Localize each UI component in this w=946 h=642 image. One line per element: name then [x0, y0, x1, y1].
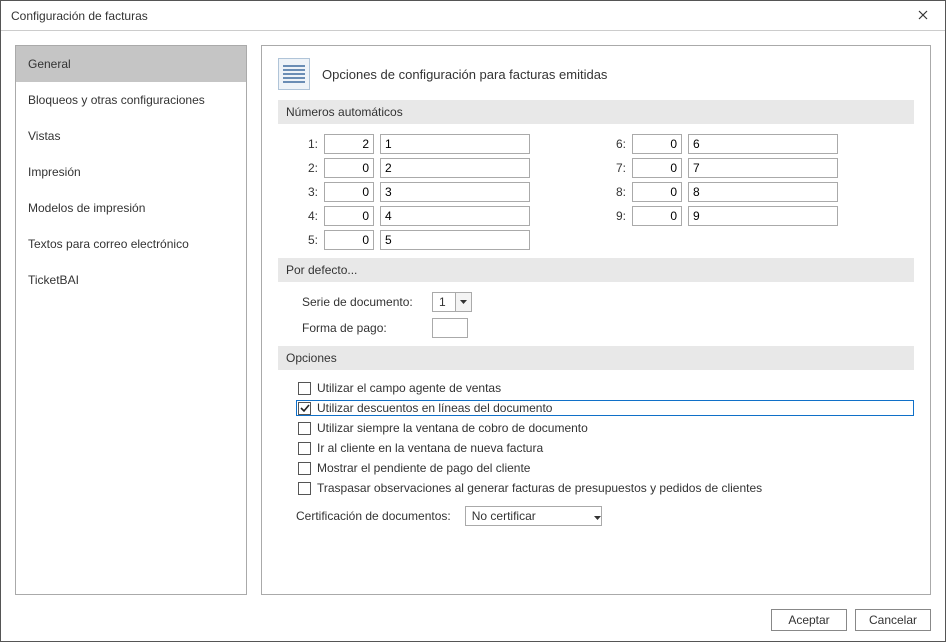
window-title: Configuración de facturas — [11, 9, 901, 23]
close-button[interactable] — [901, 1, 945, 31]
option-label: Traspasar observaciones al generar factu… — [317, 481, 762, 495]
serie-label: Serie de documento: — [302, 295, 422, 309]
sidebar-item-3[interactable]: Impresión — [16, 154, 246, 190]
num-series-input[interactable] — [688, 134, 838, 154]
num-label: 1: — [302, 137, 318, 151]
main-panel: Opciones de configuración para facturas … — [261, 45, 931, 595]
num-label: 5: — [302, 233, 318, 247]
num-counter-input[interactable] — [632, 158, 682, 178]
num-series-input[interactable] — [380, 134, 530, 154]
sidebar: GeneralBloqueos y otras configuracionesV… — [15, 45, 247, 595]
num-series-input[interactable] — [688, 158, 838, 178]
option-label: Ir al cliente en la ventana de nueva fac… — [317, 441, 543, 455]
serie-value: 1 — [433, 295, 455, 309]
num-series-input[interactable] — [380, 230, 530, 250]
num-series-input[interactable] — [380, 206, 530, 226]
content-area: GeneralBloqueos y otras configuracionesV… — [1, 31, 945, 599]
cancel-button[interactable]: Cancelar — [855, 609, 931, 631]
num-label: 6: — [610, 137, 626, 151]
chevron-down-icon[interactable] — [594, 509, 601, 523]
cert-label: Certificación de documentos: — [296, 509, 451, 523]
option-row-0[interactable]: Utilizar el campo agente de ventas — [296, 380, 914, 396]
footer: Aceptar Cancelar — [1, 599, 945, 641]
auto-numbers-grid: 1: 2: 3: 4: 5: 6: 7: 8: 9: — [278, 134, 914, 250]
num-row-7: 7: — [610, 158, 838, 178]
document-icon — [278, 58, 310, 90]
option-row-4[interactable]: Mostrar el pendiente de pago del cliente — [296, 460, 914, 476]
num-counter-input[interactable] — [324, 230, 374, 250]
sidebar-item-0[interactable]: General — [16, 46, 246, 82]
num-series-input[interactable] — [688, 206, 838, 226]
num-row-8: 8: — [610, 182, 838, 202]
num-row-2: 2: — [302, 158, 530, 178]
serie-select[interactable]: 1 — [432, 292, 472, 312]
dialog-window: Configuración de facturas GeneralBloqueo… — [0, 0, 946, 642]
num-row-5: 5: — [302, 230, 530, 250]
serie-row: Serie de documento: 1 — [302, 292, 914, 312]
cert-value: No certificar — [466, 509, 594, 523]
forma-row: Forma de pago: — [302, 318, 914, 338]
num-label: 2: — [302, 161, 318, 175]
option-row-3[interactable]: Ir al cliente en la ventana de nueva fac… — [296, 440, 914, 456]
num-row-9: 9: — [610, 206, 838, 226]
panel-title: Opciones de configuración para facturas … — [322, 67, 607, 82]
sidebar-item-6[interactable]: TicketBAI — [16, 262, 246, 298]
num-counter-input[interactable] — [324, 182, 374, 202]
option-label: Utilizar descuentos en líneas del docume… — [317, 401, 552, 415]
checkbox[interactable] — [298, 482, 311, 495]
section-auto-numbers-header: Números automáticos — [278, 100, 914, 124]
section-defaults-header: Por defecto... — [278, 258, 914, 282]
checkbox[interactable] — [298, 462, 311, 475]
num-counter-input[interactable] — [632, 206, 682, 226]
checkbox[interactable] — [298, 402, 311, 415]
num-label: 7: — [610, 161, 626, 175]
checkbox[interactable] — [298, 422, 311, 435]
num-row-3: 3: — [302, 182, 530, 202]
num-label: 4: — [302, 209, 318, 223]
option-row-5[interactable]: Traspasar observaciones al generar factu… — [296, 480, 914, 496]
cert-select[interactable]: No certificar — [465, 506, 602, 526]
num-counter-input[interactable] — [632, 134, 682, 154]
num-label: 3: — [302, 185, 318, 199]
section-options-header: Opciones — [278, 346, 914, 370]
num-counter-input[interactable] — [324, 206, 374, 226]
num-counter-input[interactable] — [324, 158, 374, 178]
num-counter-input[interactable] — [632, 182, 682, 202]
cert-row: Certificación de documentos: No certifica… — [296, 506, 914, 526]
num-series-input[interactable] — [688, 182, 838, 202]
close-icon — [918, 9, 928, 23]
panel-header: Opciones de configuración para facturas … — [278, 58, 914, 90]
num-counter-input[interactable] — [324, 134, 374, 154]
option-label: Utilizar siempre la ventana de cobro de … — [317, 421, 588, 435]
sidebar-item-4[interactable]: Modelos de impresión — [16, 190, 246, 226]
num-row-1: 1: — [302, 134, 530, 154]
num-row-4: 4: — [302, 206, 530, 226]
num-series-input[interactable] — [380, 158, 530, 178]
chevron-down-icon[interactable] — [455, 293, 471, 311]
option-label: Mostrar el pendiente de pago del cliente — [317, 461, 530, 475]
sidebar-item-1[interactable]: Bloqueos y otras configuraciones — [16, 82, 246, 118]
forma-label: Forma de pago: — [302, 321, 422, 335]
option-row-1[interactable]: Utilizar descuentos en líneas del docume… — [296, 400, 914, 416]
num-label: 9: — [610, 209, 626, 223]
sidebar-item-5[interactable]: Textos para correo electrónico — [16, 226, 246, 262]
titlebar: Configuración de facturas — [1, 1, 945, 31]
num-series-input[interactable] — [380, 182, 530, 202]
ok-button[interactable]: Aceptar — [771, 609, 847, 631]
option-label: Utilizar el campo agente de ventas — [317, 381, 501, 395]
sidebar-item-2[interactable]: Vistas — [16, 118, 246, 154]
forma-input[interactable] — [432, 318, 468, 338]
defaults-block: Serie de documento: 1 Forma de pago: — [278, 292, 914, 338]
num-row-6: 6: — [610, 134, 838, 154]
num-label: 8: — [610, 185, 626, 199]
option-row-2[interactable]: Utilizar siempre la ventana de cobro de … — [296, 420, 914, 436]
checkbox[interactable] — [298, 382, 311, 395]
options-block: Utilizar el campo agente de ventas Utiliz… — [278, 380, 914, 526]
checkbox[interactable] — [298, 442, 311, 455]
